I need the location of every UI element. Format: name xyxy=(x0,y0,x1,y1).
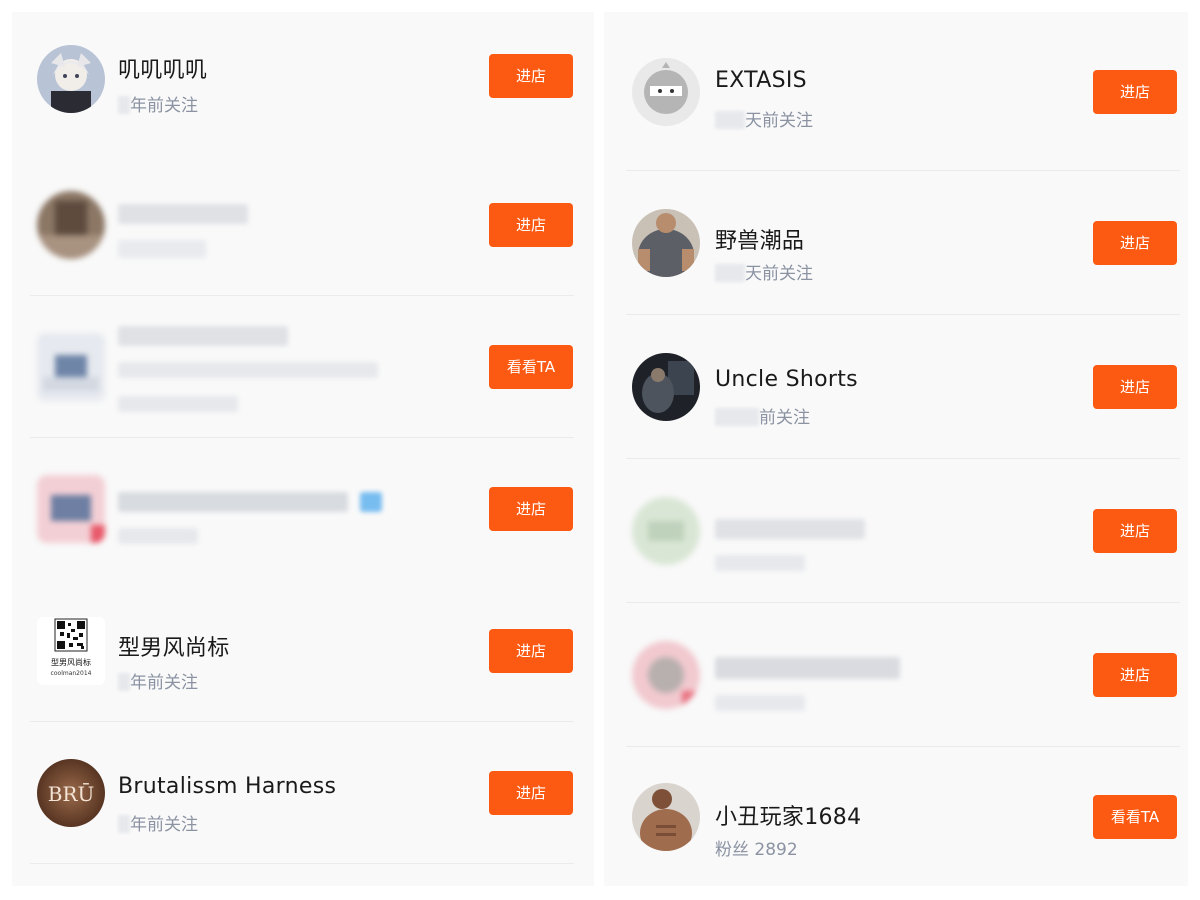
enter-shop-button[interactable]: 进店 xyxy=(1093,221,1177,265)
redacted-subtitle xyxy=(118,396,238,412)
enter-shop-button[interactable]: 进店 xyxy=(489,487,573,531)
shop-name: 叽叽叽叽 xyxy=(118,58,208,83)
row-divider xyxy=(30,863,574,864)
shop-avatar[interactable] xyxy=(37,45,105,113)
shop-row[interactable]: 进店 xyxy=(604,459,1188,603)
enter-shop-button[interactable]: 进店 xyxy=(1093,69,1177,114)
follower-count: 粉丝 2892 xyxy=(715,840,798,860)
shop-row[interactable]: EXTASIS 天前关注 进店 xyxy=(604,12,1188,171)
shop-avatar[interactable]: 型男风尚标 coolman2014 xyxy=(37,617,105,685)
shop-avatar[interactable] xyxy=(37,191,105,259)
shop-name: 型男风尚标 xyxy=(118,636,230,661)
follow-time-text: 年前关注 xyxy=(130,815,198,835)
follow-time: 天前关注 xyxy=(715,106,813,131)
shop-row[interactable]: 型男风尚标 coolman2014 型男风尚标 年前关注 进店 xyxy=(12,580,594,722)
redacted-name xyxy=(118,326,288,346)
shop-row[interactable]: 进店 xyxy=(12,438,594,580)
follow-time: 年前关注 xyxy=(118,668,198,693)
enter-shop-button[interactable]: 进店 xyxy=(489,54,573,98)
follow-time-text: 前关注 xyxy=(759,408,810,428)
shop-name: Uncle Shorts xyxy=(715,367,858,392)
shop-row[interactable]: 野兽潮品 天前关注 进店 xyxy=(604,171,1188,315)
redacted-name xyxy=(715,657,900,679)
follow-time-text: 天前关注 xyxy=(745,264,813,284)
redacted-mask xyxy=(118,673,130,691)
shop-avatar[interactable] xyxy=(632,57,700,126)
redacted-subtitle xyxy=(118,528,198,544)
follow-time-text: 天前关注 xyxy=(745,111,813,131)
redacted-subtitle xyxy=(715,555,805,571)
enter-shop-button[interactable]: 进店 xyxy=(1093,509,1177,553)
redacted-name xyxy=(715,519,865,539)
follow-list-left: 叽叽叽叽 年前关注 进店 进店 看看TA 进店 型男风尚标 coolman201… xyxy=(12,12,594,886)
redacted-description xyxy=(118,362,378,378)
avatar-logo-text: BRŪ xyxy=(48,782,95,806)
redacted-name xyxy=(118,204,248,224)
redacted-mask xyxy=(715,111,745,129)
shop-name: Brutalissm Harness xyxy=(118,774,337,799)
avatar-caption: 型男风尚标 xyxy=(51,657,91,667)
shop-avatar[interactable]: BRŪ xyxy=(37,759,105,827)
shop-row[interactable]: Uncle Shorts 前关注 进店 xyxy=(604,315,1188,459)
follow-time: 年前关注 xyxy=(118,91,198,116)
view-profile-button[interactable]: 看看TA xyxy=(1093,794,1177,839)
shop-avatar[interactable] xyxy=(37,333,105,401)
redacted-subtitle xyxy=(715,695,805,711)
shop-avatar[interactable] xyxy=(632,497,700,565)
follow-list-right: EXTASIS 天前关注 进店 野兽潮品 天前关注 进店 Uncle Short… xyxy=(604,12,1188,886)
redacted-badge xyxy=(360,492,382,512)
shop-avatar[interactable] xyxy=(37,475,105,543)
follow-time-text: 年前关注 xyxy=(130,96,198,116)
enter-shop-button[interactable]: 进店 xyxy=(489,203,573,247)
shop-row[interactable]: 小丑玩家1684 粉丝 2892 看看TA xyxy=(604,747,1188,886)
redacted-mask xyxy=(715,264,745,282)
follow-time: 前关注 xyxy=(715,403,810,428)
follow-time: 年前关注 xyxy=(118,810,198,835)
shop-name: 野兽潮品 xyxy=(715,229,805,254)
shop-avatar[interactable] xyxy=(632,782,700,851)
follow-time: 天前关注 xyxy=(715,259,813,284)
shop-row[interactable]: BRŪ Brutalissm Harness 年前关注 进店 xyxy=(12,722,594,864)
shop-row[interactable]: 叽叽叽叽 年前关注 进店 xyxy=(12,12,594,154)
shop-row[interactable]: 进店 xyxy=(12,154,594,296)
redacted-subtitle xyxy=(118,240,206,258)
shop-row[interactable]: 进店 xyxy=(604,603,1188,747)
follow-time-text: 年前关注 xyxy=(130,673,198,693)
enter-shop-button[interactable]: 进店 xyxy=(1093,365,1177,409)
shop-name: 小丑玩家1684 xyxy=(715,805,862,830)
shop-row[interactable]: 看看TA xyxy=(12,296,594,438)
enter-shop-button[interactable]: 进店 xyxy=(489,771,573,815)
shop-name: EXTASIS xyxy=(715,68,807,93)
avatar-subcaption: coolman2014 xyxy=(51,670,92,677)
view-profile-button[interactable]: 看看TA xyxy=(489,345,573,389)
redacted-mask xyxy=(715,408,759,426)
shop-avatar[interactable] xyxy=(632,641,700,709)
redacted-mask xyxy=(118,815,130,833)
redacted-name xyxy=(118,492,348,512)
shop-avatar[interactable] xyxy=(632,209,700,277)
redacted-mask xyxy=(118,96,130,114)
shop-avatar[interactable] xyxy=(632,353,700,421)
enter-shop-button[interactable]: 进店 xyxy=(1093,653,1177,697)
enter-shop-button[interactable]: 进店 xyxy=(489,629,573,673)
